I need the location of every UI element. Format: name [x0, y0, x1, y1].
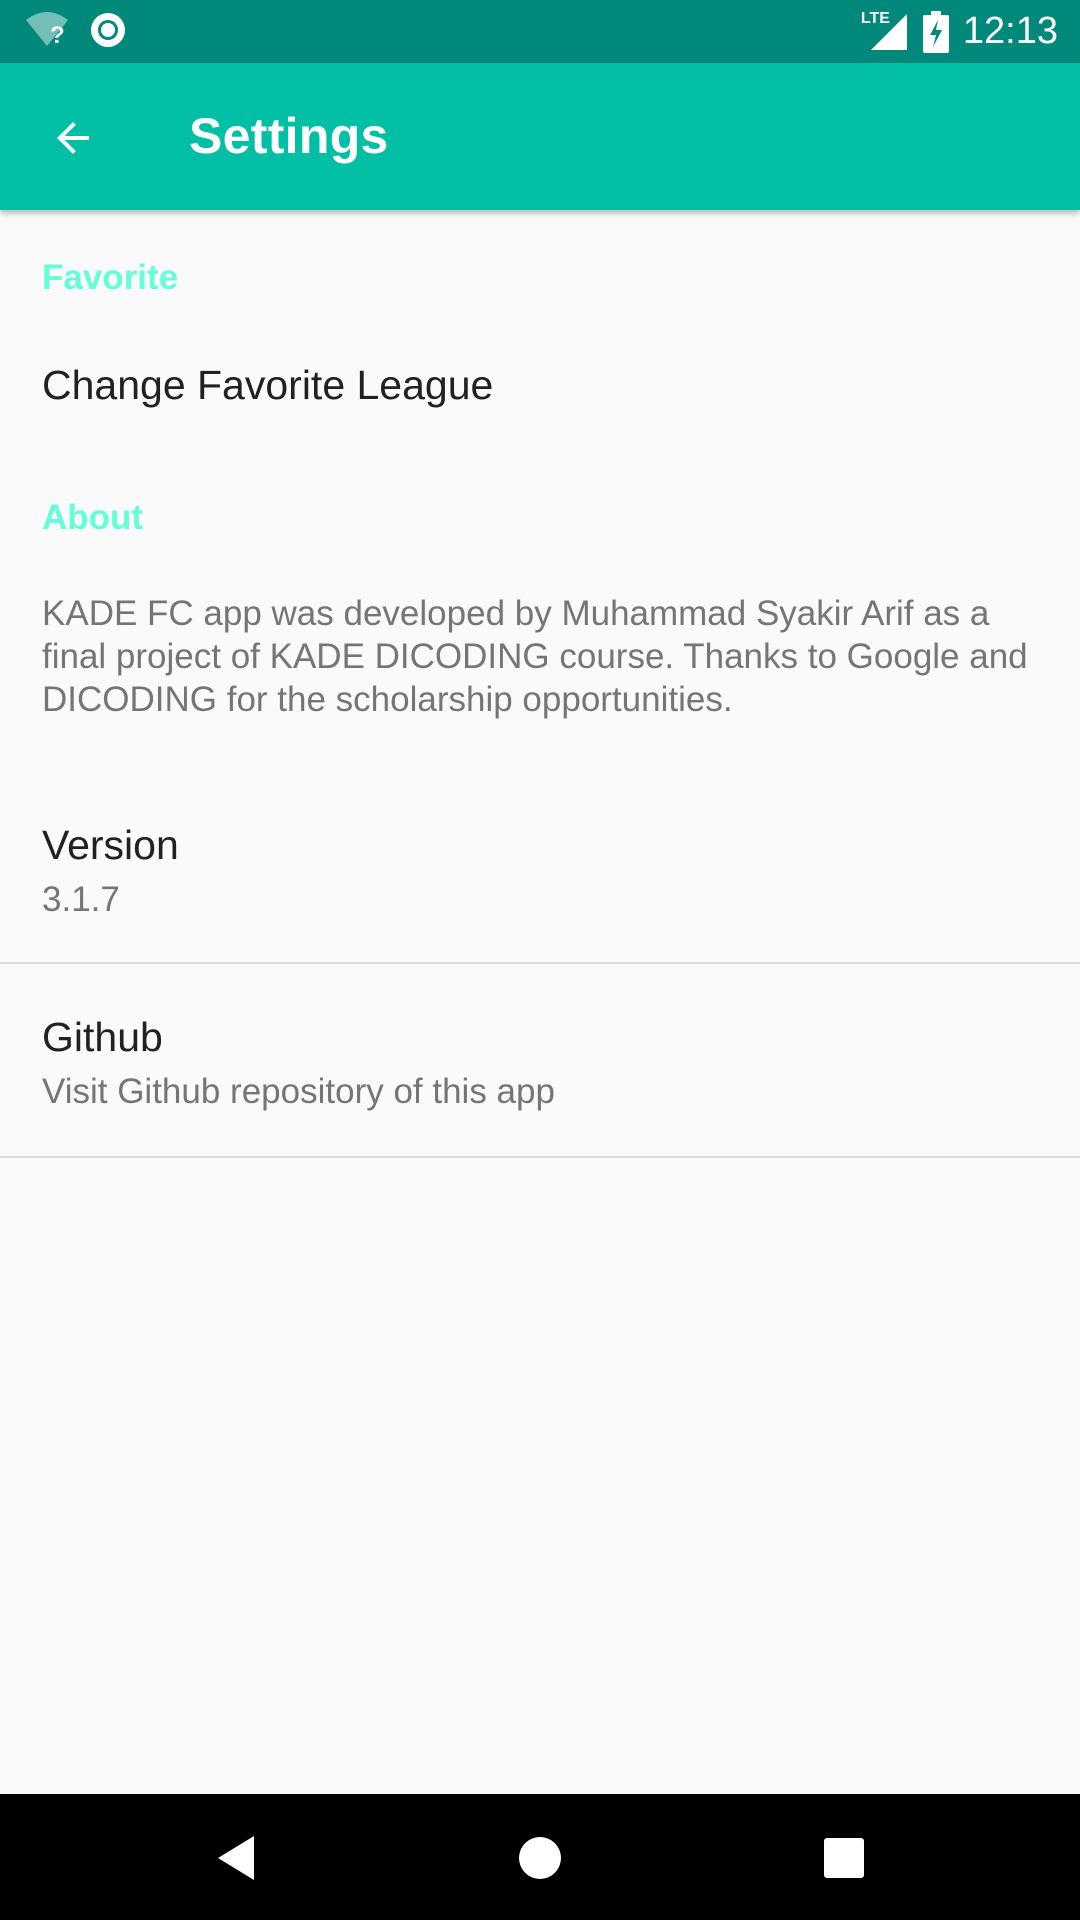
recents-square-icon [824, 1838, 864, 1878]
lte-signal-icon: LTE [860, 9, 909, 52]
pref-github[interactable]: Github Visit Github repository of this a… [0, 964, 1080, 1156]
status-bar-left: ? [24, 10, 128, 50]
lte-label: LTE [860, 9, 890, 27]
back-triangle-icon [218, 1836, 254, 1880]
home-circle-icon [519, 1837, 561, 1879]
pref-version-title: Version [42, 822, 179, 868]
back-button[interactable] [38, 103, 108, 173]
pref-change-favorite-league-title: Change Favorite League [42, 362, 494, 408]
pref-change-favorite-league[interactable]: Change Favorite League [0, 320, 1080, 460]
status-bar-right: LTE 12:13 [861, 0, 1058, 63]
pref-version-summary: 3.1.7 [42, 880, 120, 919]
category-about: About [42, 498, 144, 537]
pref-github-title: Github [42, 1014, 163, 1060]
category-favorite: Favorite [42, 258, 179, 297]
pref-version[interactable]: Version 3.1.7 [0, 780, 1080, 960]
nav-recents-button[interactable] [808, 1822, 880, 1894]
divider [0, 1156, 1080, 1158]
sync-circle-icon [88, 10, 128, 50]
page-title: Settings [189, 108, 389, 164]
status-time: 12:13 [962, 10, 1058, 52]
app-bar: Settings [0, 63, 1080, 210]
system-nav-bar [0, 1794, 1080, 1920]
about-description: KADE FC app was developed by Muhammad Sy… [42, 594, 1028, 719]
wifi-unknown-icon: ? [24, 10, 70, 50]
nav-back-button[interactable] [200, 1822, 272, 1894]
nav-home-button[interactable] [504, 1822, 576, 1894]
battery-charging-icon [922, 10, 949, 53]
arrow-back-icon [57, 122, 89, 154]
wifi-unknown-mark: ? [50, 22, 65, 49]
status-bar: ? LTE 12:13 [0, 0, 1080, 63]
pref-github-summary: Visit Github repository of this app [42, 1072, 555, 1111]
